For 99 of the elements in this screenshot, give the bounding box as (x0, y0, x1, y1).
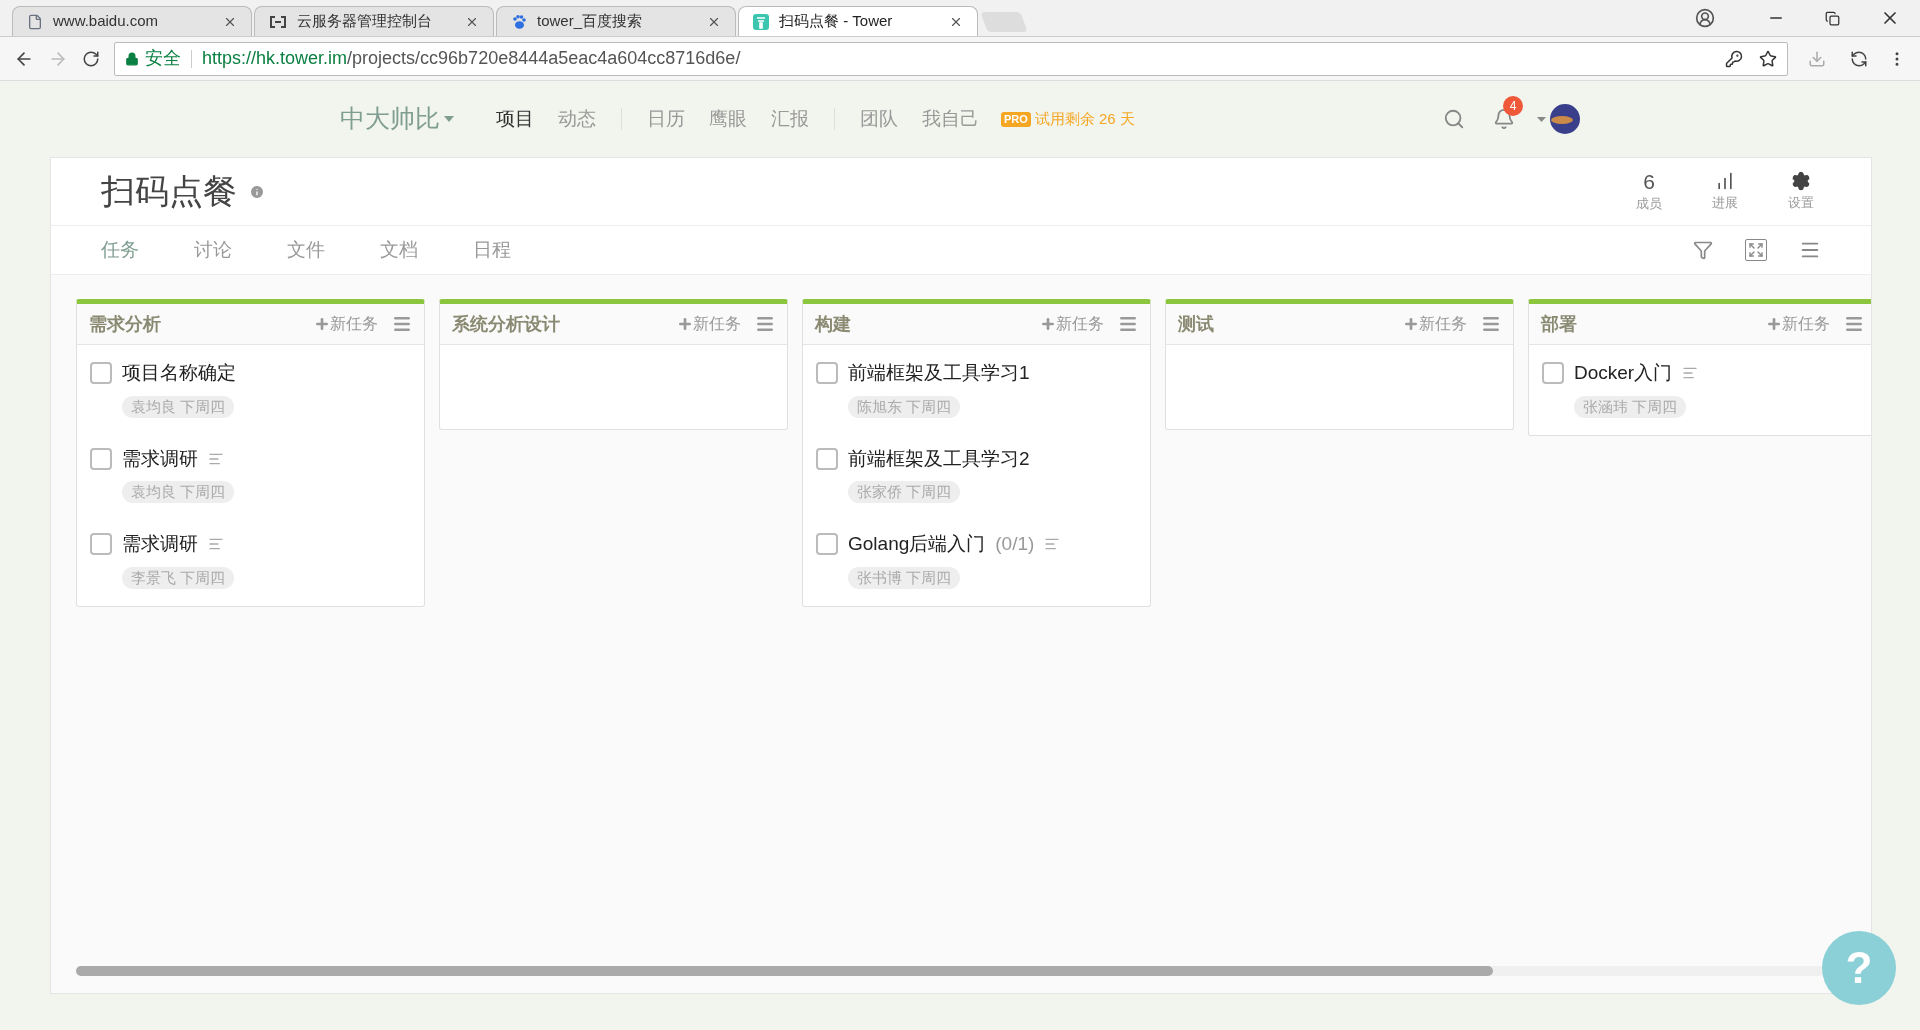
plus-icon (314, 316, 330, 332)
security-label: 安全 (145, 47, 181, 70)
subtask-count: (0/1) (995, 532, 1035, 556)
tab-title: www.baidu.com (53, 11, 160, 32)
task-title[interactable]: 前端框架及工具学习2 (848, 444, 1030, 473)
task-checkbox[interactable] (816, 533, 838, 556)
page-icon (27, 13, 43, 30)
new-task-link[interactable]: 新任务 (1403, 312, 1467, 336)
task-title[interactable]: 需求调研 (122, 444, 198, 473)
assignee-due-tag: 袁均良 下周四 (122, 481, 235, 503)
assignee-due-tag: 陈旭东 下周四 (848, 395, 961, 418)
caret-icon[interactable] (1537, 116, 1546, 122)
new-task-link[interactable]: 新任务 (1766, 312, 1830, 336)
avatar[interactable] (1550, 104, 1580, 134)
task-checkbox[interactable] (90, 362, 112, 385)
task-title[interactable]: Golang后端入门 (848, 530, 986, 559)
nav-link[interactable]: 项目 (496, 104, 534, 134)
browser-tab[interactable]: www.baidu.com (12, 6, 252, 36)
team-name[interactable]: 中大帅比 (340, 100, 454, 138)
list-title: 部署 (1541, 312, 1578, 336)
assignee-due-tag: 李景飞 下周四 (122, 566, 235, 589)
filter-icon[interactable] (1693, 240, 1713, 260)
list-menu-icon[interactable] (1118, 314, 1138, 334)
new-task-link[interactable]: 新任务 (314, 312, 378, 336)
settings-icon[interactable] (1791, 170, 1811, 191)
notification-bell-icon[interactable] (1493, 108, 1515, 130)
nav-link[interactable]: 汇报 (771, 104, 809, 134)
reload-icon[interactable] (82, 49, 100, 68)
notification-count: 4 (1503, 96, 1523, 116)
sync-extension-icon[interactable] (1850, 49, 1868, 68)
plus-icon (1040, 316, 1056, 332)
nav-link[interactable]: 团队 (860, 104, 898, 134)
new-task-link[interactable]: 新任务 (677, 312, 741, 336)
project-tab[interactable]: 文件 (287, 235, 325, 265)
bookmark-star-icon[interactable] (1759, 49, 1777, 68)
project-tab[interactable]: 讨论 (194, 235, 232, 265)
browser-tab[interactable]: 云服务器管理控制台 (254, 6, 494, 36)
info-icon[interactable] (249, 183, 265, 200)
task-title[interactable]: 项目名称确定 (122, 359, 236, 388)
paw-icon (511, 13, 527, 30)
help-button[interactable]: ? (1822, 931, 1896, 1005)
lock-icon (125, 51, 139, 66)
browser-tab[interactable]: tower_百度搜索 (496, 6, 736, 36)
project-tab[interactable]: 日程 (473, 235, 511, 265)
tab-title: 云服务器管理控制台 (297, 11, 433, 32)
progress-label[interactable]: 进展 (1712, 192, 1738, 213)
task-checkbox[interactable] (816, 447, 838, 470)
download-extension-icon[interactable] (1808, 49, 1826, 68)
project-tab[interactable]: 任务 (101, 235, 139, 265)
new-task-link[interactable]: 新任务 (1040, 312, 1104, 336)
fullscreen-icon[interactable] (1745, 239, 1767, 261)
tab-title: 扫码点餐 - Tower (779, 11, 894, 32)
list-title: 系统分析设计 (452, 312, 561, 336)
members-stat[interactable]: 6 成员 (1619, 169, 1679, 214)
list-title: 构建 (815, 312, 852, 336)
task-checkbox[interactable] (90, 533, 112, 556)
assignee-due-tag: 张书博 下周四 (848, 566, 961, 589)
task-title[interactable]: Docker入门 (1574, 359, 1673, 388)
list-title: 测试 (1178, 312, 1215, 336)
project-tab[interactable]: 文档 (380, 235, 418, 265)
list-menu-icon[interactable] (1844, 314, 1864, 334)
list-menu-icon[interactable] (755, 314, 775, 334)
assignee-due-tag: 张涵玮 下周四 (1574, 395, 1687, 418)
tab-title: tower_百度搜索 (537, 11, 644, 32)
plus-icon (1403, 316, 1419, 332)
profile-icon[interactable] (1695, 8, 1715, 28)
plus-icon (677, 316, 693, 332)
pro-badge: PRO (1001, 111, 1031, 127)
nav-link[interactable]: 动态 (558, 104, 596, 134)
assignee-due-tag: 张家侨 下周四 (848, 481, 961, 503)
project-title: 扫码点餐 (101, 171, 237, 212)
caret-icon (444, 116, 454, 122)
list-menu-icon[interactable] (392, 314, 412, 334)
trial-text[interactable]: 试用剩余 26 天 (1034, 107, 1135, 131)
tower-icon (753, 13, 769, 30)
key-icon[interactable] (1725, 49, 1743, 68)
horizontal-scrollbar[interactable] (76, 966, 1825, 976)
task-checkbox[interactable] (90, 447, 112, 470)
bracket-icon (269, 14, 287, 29)
restore-icon[interactable] (1825, 10, 1840, 26)
nav-link[interactable]: 鹰眼 (709, 104, 747, 134)
task-title[interactable]: 前端框架及工具学习1 (848, 359, 1030, 388)
members-label: 成员 (1636, 194, 1662, 213)
address-bar[interactable]: 安全 https://hk.tower.im/projects/cc96b720e8444a5eac4a604cc8716d6e/ (114, 41, 1788, 76)
browser-tab[interactable]: 扫码点餐 - Tower (738, 6, 978, 36)
search-icon[interactable] (1443, 108, 1465, 130)
list-title: 需求分析 (89, 312, 162, 336)
members-count: 6 (1643, 169, 1655, 194)
task-checkbox[interactable] (1542, 362, 1564, 385)
plus-icon (1766, 316, 1782, 332)
assignee-due-tag: 袁均良 下周四 (122, 395, 235, 418)
nav-link[interactable]: 日历 (647, 104, 685, 134)
task-title[interactable]: 需求调研 (122, 530, 198, 559)
task-checkbox[interactable] (816, 362, 838, 385)
url-text: https://hk.tower.im/projects/cc96b720e8444a5eac4a604cc8716d6e/ (202, 47, 742, 70)
nav-link[interactable]: 我自己 (922, 104, 979, 134)
chart-icon[interactable] (1715, 170, 1735, 191)
settings-label[interactable]: 设置 (1788, 192, 1814, 213)
list-menu-icon[interactable] (1481, 314, 1501, 334)
